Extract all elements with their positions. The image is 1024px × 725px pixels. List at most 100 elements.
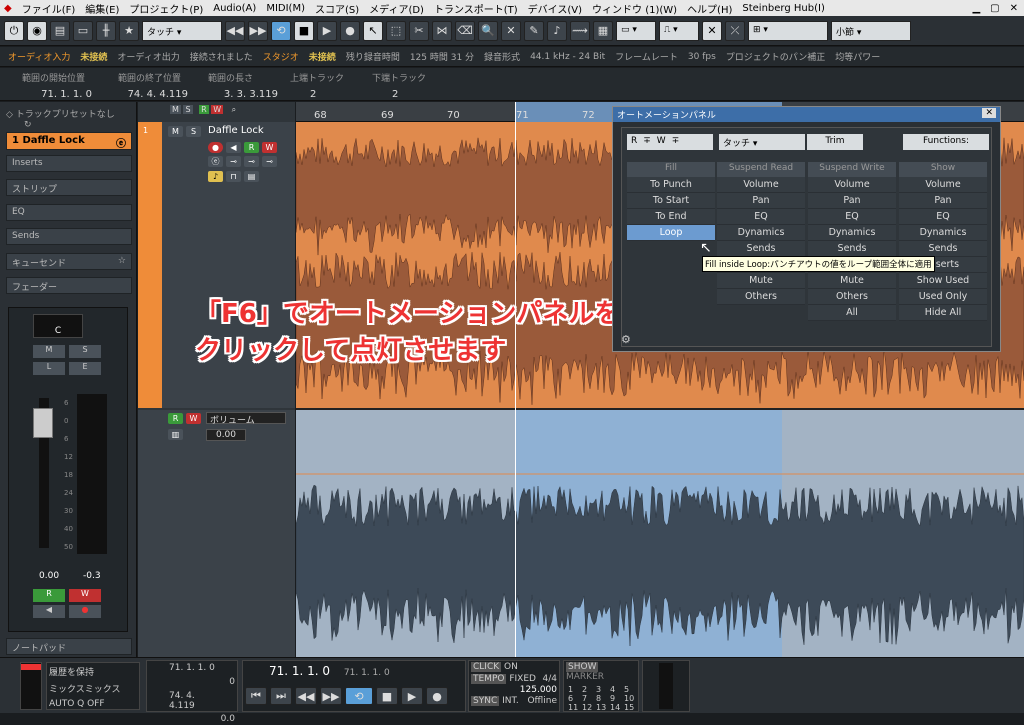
- trim-button[interactable]: Trim: [807, 134, 863, 150]
- track-read-button[interactable]: R: [244, 142, 259, 153]
- refresh-icon[interactable]: ↻: [24, 120, 32, 130]
- transport-prev-icon[interactable]: ⏮: [245, 687, 267, 705]
- show-hide-all[interactable]: Hide All: [899, 305, 987, 321]
- star-icon[interactable]: ★: [119, 20, 139, 41]
- automation-mute-button[interactable]: ▥: [168, 429, 183, 440]
- zoom-tool-icon[interactable]: 🔍: [478, 20, 498, 41]
- inspector-inserts[interactable]: Inserts: [6, 155, 132, 172]
- suspend-write-dynamics[interactable]: Dynamics: [808, 225, 896, 241]
- automation-lane[interactable]: [296, 410, 1024, 657]
- suspend-write-others[interactable]: Others: [808, 289, 896, 305]
- suspend-read-mute[interactable]: Mute: [717, 273, 805, 289]
- marker-9[interactable]: 9: [610, 694, 623, 703]
- track-record-button[interactable]: ●: [208, 142, 223, 153]
- show-sends[interactable]: Sends: [899, 241, 987, 257]
- suspend-write-eq[interactable]: EQ: [808, 209, 896, 225]
- track-name[interactable]: Daffle Lock: [208, 125, 264, 136]
- marker-10[interactable]: 10: [624, 694, 637, 703]
- suspend-read-dynamics[interactable]: Dynamics: [717, 225, 805, 241]
- rewind-icon[interactable]: ◀◀: [225, 20, 245, 41]
- show-volume[interactable]: Volume: [899, 177, 987, 193]
- inspector-track-name[interactable]: 1 Daffle Lock ⓔ: [6, 132, 132, 150]
- left-locator[interactable]: 71. 1. 1. 0: [147, 661, 237, 675]
- menu-devices[interactable]: デバイス(V): [528, 1, 582, 16]
- search-icon[interactable]: ⌕: [232, 105, 236, 114]
- autoq-value[interactable]: OFF: [87, 699, 104, 709]
- marker-13[interactable]: 13: [596, 703, 609, 712]
- track-edit-button[interactable]: ⓔ: [208, 156, 223, 167]
- inspector-fader[interactable]: フェーダー: [6, 277, 132, 294]
- transport-play-icon[interactable]: ▶: [401, 687, 423, 705]
- mute-tool-icon[interactable]: ✕: [501, 20, 521, 41]
- transport-forward-icon[interactable]: ▶▶: [320, 687, 342, 705]
- track-monitor-button[interactable]: ◀: [226, 142, 241, 153]
- right-locator[interactable]: 74. 4. 4.119: [147, 689, 237, 713]
- menu-transport[interactable]: トランスポート(T): [434, 1, 518, 16]
- cycle-icon[interactable]: ⟲: [271, 20, 291, 41]
- menu-file[interactable]: ファイル(F): [22, 1, 76, 16]
- marker-15[interactable]: 15: [624, 703, 637, 712]
- marker-3[interactable]: 3: [596, 685, 609, 694]
- activate-project-icon[interactable]: ⏻: [4, 20, 24, 41]
- automation-track-volume[interactable]: R W ボリューム ▥ 0.00: [138, 410, 295, 657]
- panel-settings-icon[interactable]: ⚙: [621, 333, 631, 346]
- automation-write-button[interactable]: W: [186, 413, 201, 424]
- position-secondary[interactable]: 71. 1. 1. 0: [344, 668, 390, 678]
- forward-icon[interactable]: ▶▶: [248, 20, 268, 41]
- tempo-label[interactable]: TEMPO: [471, 674, 507, 684]
- fader-handle[interactable]: [33, 408, 53, 438]
- inspector-eq[interactable]: EQ: [6, 204, 132, 221]
- panel-mode-select[interactable]: タッチ ▾: [719, 134, 805, 150]
- infoline-toggle-icon[interactable]: ▭: [73, 20, 93, 41]
- panel-close-icon[interactable]: ✕: [982, 108, 996, 118]
- marker-7[interactable]: 7: [582, 694, 595, 703]
- inspector-strip[interactable]: ストリップ: [6, 179, 132, 196]
- solo-all-button[interactable]: S: [183, 105, 193, 114]
- edit-icon[interactable]: ⓔ: [116, 135, 126, 150]
- suspend-write-mute[interactable]: Mute: [808, 273, 896, 289]
- marker-2[interactable]: 2: [582, 685, 595, 694]
- suspend-write-volume[interactable]: Volume: [808, 177, 896, 193]
- automation-param-select[interactable]: ボリューム: [206, 412, 286, 426]
- transport-stop-icon[interactable]: ■: [376, 687, 398, 705]
- play-icon[interactable]: ▶: [317, 20, 337, 41]
- show-used[interactable]: Show Used: [899, 273, 987, 289]
- read-button[interactable]: R: [33, 589, 65, 602]
- marker-5[interactable]: 5: [624, 685, 637, 694]
- track-preset[interactable]: ◇ トラックプリセットなし ↻: [6, 107, 136, 130]
- suspend-read-sends[interactable]: Sends: [717, 241, 805, 257]
- marker-12[interactable]: 12: [582, 703, 595, 712]
- transport-record-icon[interactable]: ●: [426, 687, 448, 705]
- mixer-icon[interactable]: ╫: [96, 20, 116, 41]
- bottom-track[interactable]: 下端トラック 2: [372, 71, 442, 100]
- menu-project[interactable]: プロジェクト(P): [129, 1, 203, 16]
- fill-to-start[interactable]: To Start: [627, 193, 715, 209]
- marker-4[interactable]: 4: [610, 685, 623, 694]
- maximize-button[interactable]: ▢: [990, 3, 999, 14]
- app-icon[interactable]: ◆: [4, 3, 12, 14]
- listen-button[interactable]: L: [33, 362, 65, 375]
- fill-loop-button[interactable]: Loop: [627, 225, 715, 241]
- menu-audio[interactable]: Audio(A): [213, 3, 256, 14]
- read-all-button[interactable]: R: [199, 105, 209, 114]
- transport-rewind-icon[interactable]: ◀◀: [295, 687, 317, 705]
- automation-read-button[interactable]: R: [168, 413, 183, 424]
- record-enable-button[interactable]: ●: [69, 605, 101, 618]
- track-folder-button[interactable]: ▤: [244, 171, 259, 182]
- mute-button[interactable]: M: [33, 345, 65, 358]
- menu-media[interactable]: メディア(D): [369, 1, 424, 16]
- quantize-select[interactable]: 小節 ▾: [831, 20, 911, 41]
- marker-1[interactable]: 1: [568, 685, 581, 694]
- functions-button[interactable]: Functions:: [903, 134, 989, 150]
- write-all-button[interactable]: W: [211, 105, 224, 114]
- range-length[interactable]: 範囲の長さ 3. 3. 3.119: [208, 71, 278, 100]
- menu-help[interactable]: ヘルプ(H): [687, 1, 732, 16]
- edit-channel-button[interactable]: E: [69, 362, 101, 375]
- track-write-button[interactable]: W: [262, 142, 277, 153]
- menu-window[interactable]: ウィンドウ (1)(W): [592, 1, 677, 16]
- suspend-write-sends[interactable]: Sends: [808, 241, 896, 257]
- erase-tool-icon[interactable]: ⌫: [455, 20, 475, 41]
- write-button[interactable]: W: [69, 589, 101, 602]
- fill-to-punch[interactable]: To Punch: [627, 177, 715, 193]
- tempo-value[interactable]: 125.000: [469, 685, 559, 695]
